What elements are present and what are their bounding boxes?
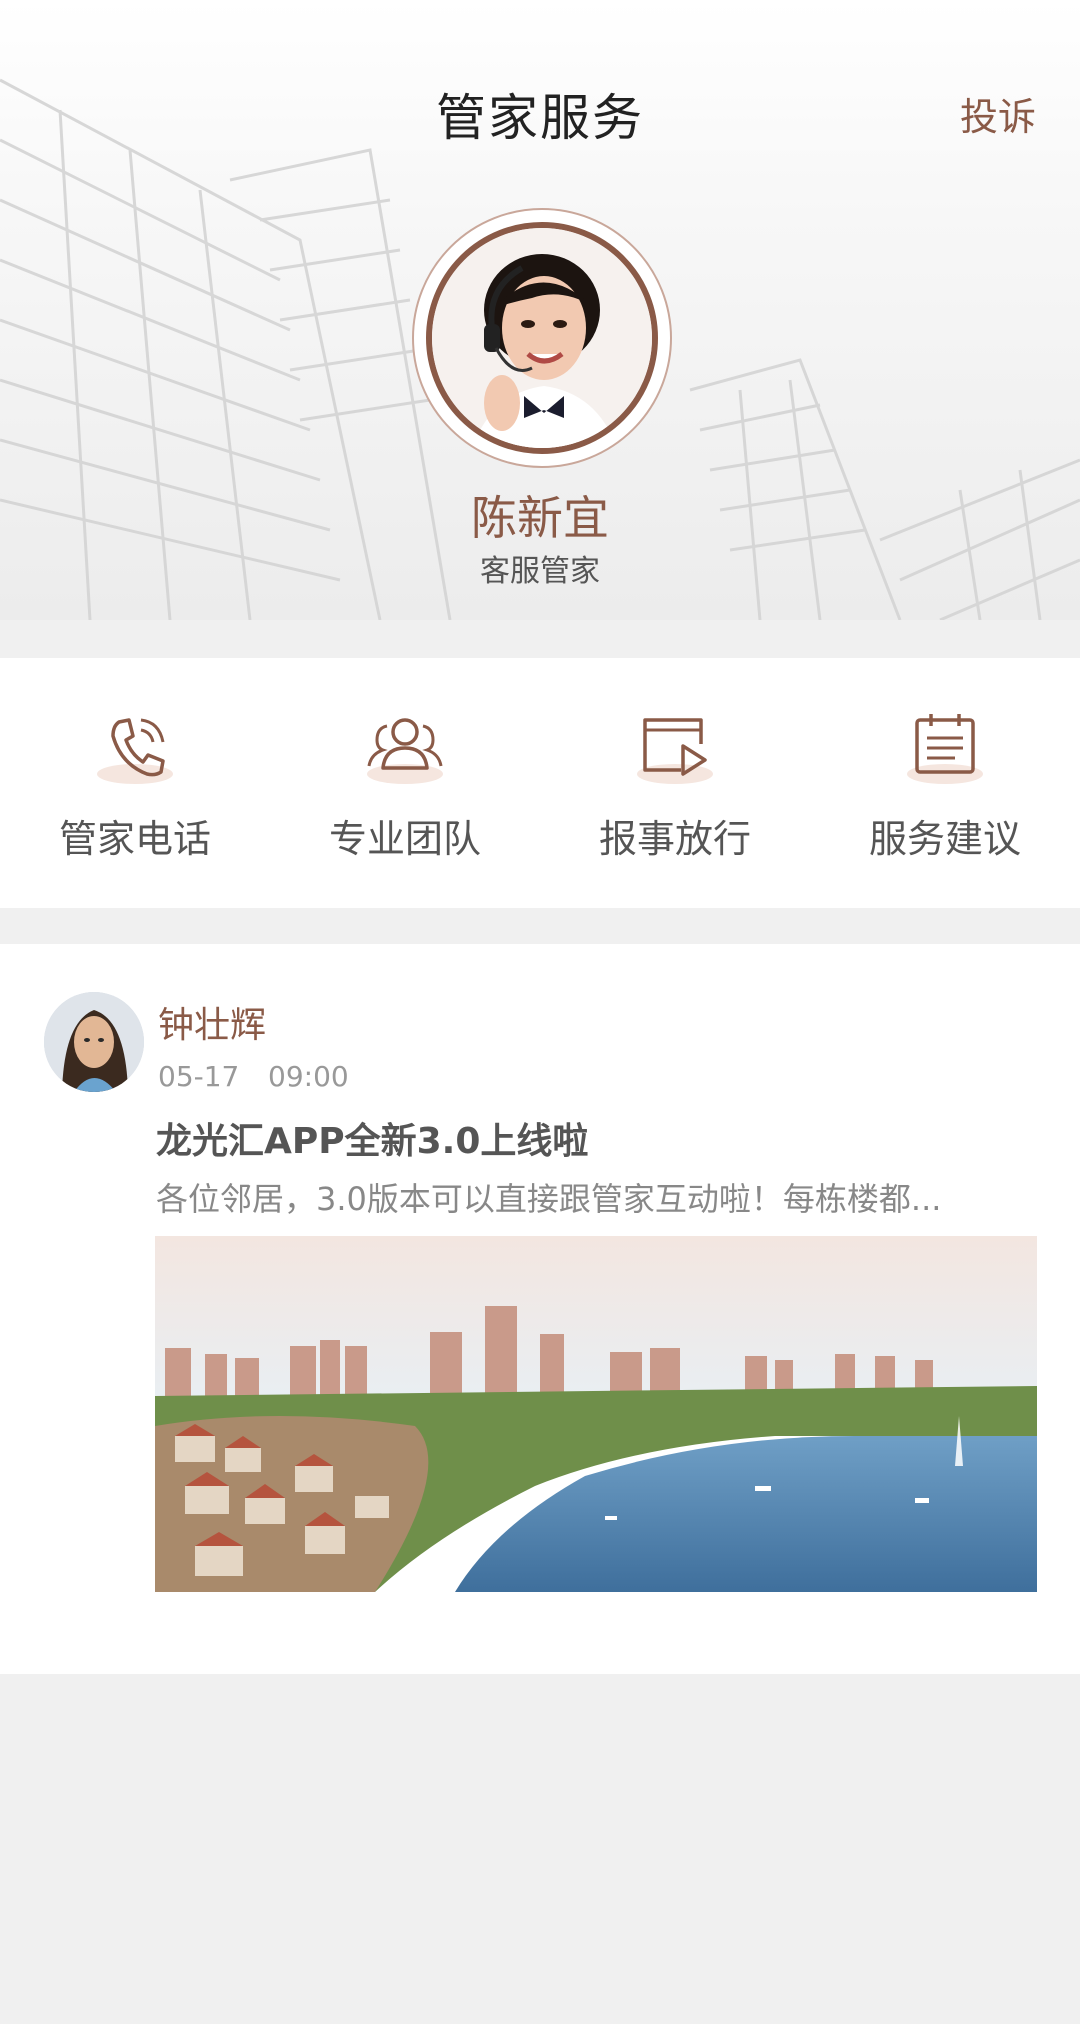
manager-role: 客服管家 bbox=[480, 554, 600, 589]
service-item-team[interactable]: 专业团队 bbox=[270, 658, 540, 908]
manager-name: 陈新宜 bbox=[471, 491, 609, 545]
service-grid: 管家电话 专业团队 报事放行 服务建议 bbox=[0, 658, 1080, 908]
service-item-suggestion[interactable]: 服务建议 bbox=[810, 658, 1080, 908]
phone-icon bbox=[97, 718, 173, 784]
service-label: 专业团队 bbox=[328, 817, 481, 861]
author-avatar[interactable] bbox=[44, 992, 144, 1092]
complain-button[interactable]: 投诉 bbox=[960, 86, 1036, 141]
video-release-icon bbox=[637, 718, 713, 784]
clipboard-icon bbox=[907, 714, 983, 784]
service-label: 管家电话 bbox=[58, 817, 211, 861]
service-item-phone[interactable]: 管家电话 bbox=[0, 658, 270, 908]
service-label: 报事放行 bbox=[598, 817, 751, 861]
post-date: 05-17 bbox=[158, 1060, 240, 1093]
service-label: 服务建议 bbox=[868, 817, 1021, 861]
post-excerpt: 各位邻居，3.0版本可以直接跟管家互动啦！每栋楼都... bbox=[156, 1180, 942, 1218]
page-title: 管家服务 bbox=[436, 89, 644, 147]
post-title[interactable]: 龙光汇APP全新3.0上线啦 bbox=[156, 1112, 588, 1164]
team-icon bbox=[367, 718, 443, 784]
post-time: 09:00 bbox=[268, 1060, 349, 1093]
service-item-release[interactable]: 报事放行 bbox=[540, 658, 810, 908]
manager-avatar-ring[interactable] bbox=[412, 208, 672, 468]
post-author[interactable]: 钟壮辉 bbox=[158, 996, 266, 1048]
manager-avatar bbox=[426, 222, 658, 454]
post-image[interactable] bbox=[155, 1236, 1037, 1592]
header-banner: 管家服务 投诉 陈新宜 客服管家 bbox=[0, 0, 1080, 620]
news-feed: 钟壮辉 05-17 09:00 龙光汇APP全新3.0上线啦 各位邻居，3.0版… bbox=[0, 944, 1080, 1674]
